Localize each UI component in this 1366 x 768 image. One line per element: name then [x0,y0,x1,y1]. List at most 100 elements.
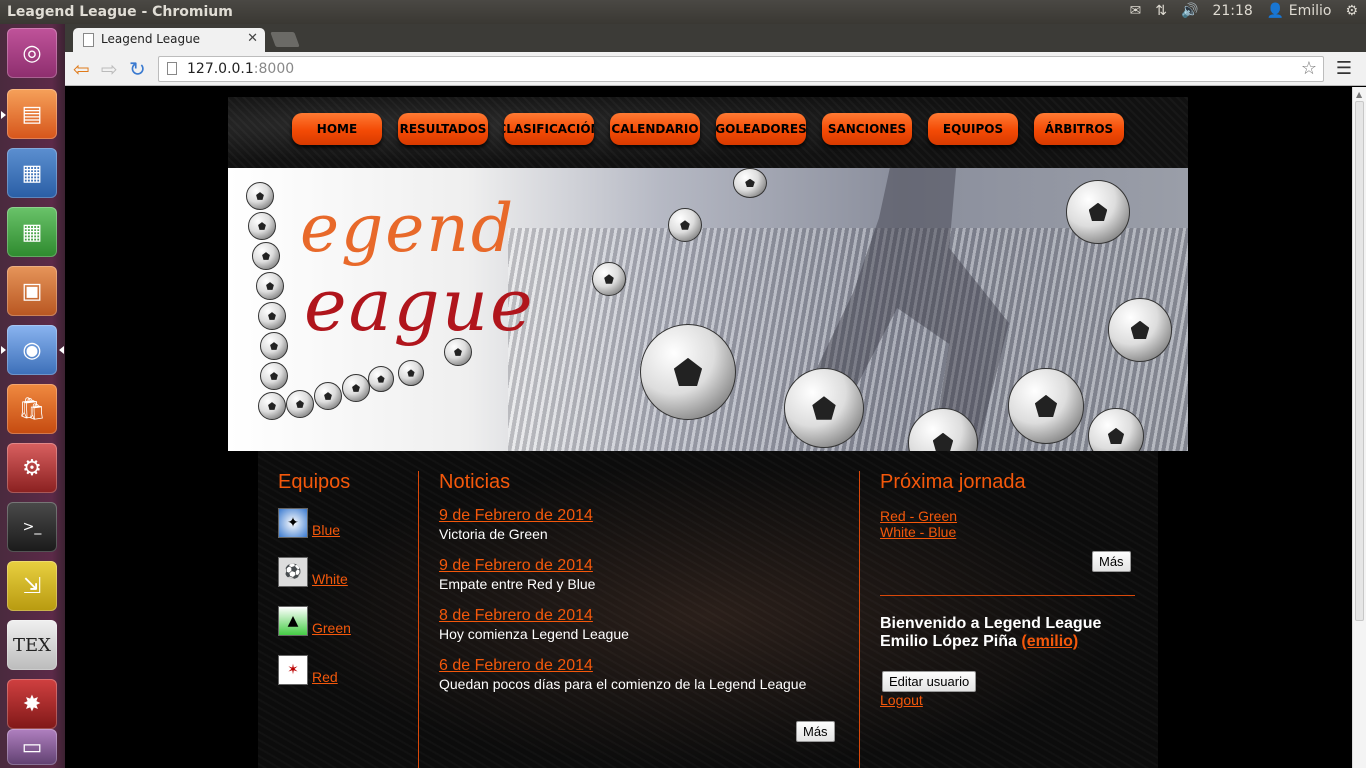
team-item[interactable]: ▲ Green [278,606,351,636]
team-item[interactable]: ✦ Blue [278,508,340,538]
vertical-scrollbar[interactable]: ▲ [1352,87,1366,768]
files-icon[interactable]: ▤ [7,89,57,139]
menu-resultados[interactable]: RESULTADOS [398,113,488,145]
tab-title: Leagend League [101,32,201,46]
next-round-more-button[interactable]: Más [1092,551,1131,572]
settings-gear-icon[interactable]: ⚙ [1345,3,1358,19]
launcher: ◎ ▤ ▦ ▦ ▣ ◉ 🛍 ⚙ >_ ⇲ TEX ✸ ▭ [0,24,65,768]
calc-icon[interactable]: ▦ [7,207,57,257]
ball-image [592,262,626,296]
news-more-button[interactable]: Más [796,721,835,742]
top-panel: Leagend League - Chromium ✉ ⇅ 🔊 21:18 👤 … [0,0,1366,24]
team-item[interactable]: ⚽ White [278,557,348,587]
active-indicator [59,346,64,354]
close-tab-icon[interactable]: ✕ [247,31,258,46]
user-name: Emilio [1288,3,1332,19]
team-crest-icon: ▲ [278,606,308,636]
menu-hamburger-icon[interactable]: ☰ [1336,58,1352,79]
workspace-switcher-icon[interactable]: ⇲ [7,561,57,611]
team-link[interactable]: White [312,571,348,587]
news-date-link[interactable]: 6 de Febrero de 2014 [439,657,839,675]
username-link[interactable]: (emilio) [1021,633,1078,650]
window-title: Leagend League - Chromium [7,4,233,20]
menu-clasificacion[interactable]: CLASIFICACIÓN [504,113,594,145]
ball-image [286,390,314,418]
team-item[interactable]: ✶ Red [278,655,338,685]
menu-goleadores[interactable]: GOLEADORES [716,113,806,145]
menu-calendario[interactable]: CALENDARIO [610,113,700,145]
network-icon[interactable]: ⇅ [1155,3,1167,19]
user-menu[interactable]: 👤 Emilio [1267,3,1332,19]
volume-icon[interactable]: 🔊 [1181,3,1198,19]
bookmark-star-icon[interactable]: ☆ [1301,58,1317,79]
menu-sanciones[interactable]: SANCIONES [822,113,912,145]
forward-arrow-icon[interactable]: ⇨ [101,58,118,80]
logout-link[interactable]: Logout [880,692,923,708]
menu-home[interactable]: HOME [292,113,382,145]
network-app-icon[interactable]: ✸ [7,679,57,729]
news-item: 9 de Febrero de 2014 Victoria de Green [439,507,593,542]
user-fullname: Emilio López Piña [880,633,1017,650]
menu-arbitros[interactable]: ÁRBITROS [1034,113,1124,145]
match-link[interactable]: White - Blue [880,524,956,540]
team-crest-icon: ✦ [278,508,308,538]
teams-column: Equipos ✦ Blue ⚽ White ▲ Green ✶ Red [278,471,408,685]
news-item: 6 de Febrero de 2014 Quedan pocos días p… [439,657,839,692]
url-host: 127.0.0.1 [187,61,254,77]
ubuntu-dash-icon[interactable]: ◎ [7,28,57,78]
team-link[interactable]: Green [312,620,351,636]
menu-equipos[interactable]: EQUIPOS [928,113,1018,145]
address-bar[interactable]: 127.0.0.1:8000 ☆ [158,56,1324,82]
user-icon: 👤 [1266,3,1285,19]
welcome-block: Bienvenido a Legend League Emilio López … [880,615,1101,651]
chromium-icon[interactable]: ◉ [7,325,57,375]
back-arrow-icon[interactable]: ⇦ [73,58,90,80]
news-date-link[interactable]: 9 de Febrero de 2014 [439,557,595,575]
ball-image [1108,298,1172,362]
team-link[interactable]: Red [312,669,338,685]
browser-toolbar: ⇦ ⇨ ↻ 127.0.0.1:8000 ☆ ☰ [65,52,1366,86]
page-icon [167,62,177,75]
news-item: 9 de Febrero de 2014 Empate entre Red y … [439,557,595,592]
ball-image [314,382,342,410]
page-viewport: HOME RESULTADOS CLASIFICACIÓN CALENDARIO… [65,87,1352,768]
impress-icon[interactable]: ▣ [7,266,57,316]
writer-icon[interactable]: ▦ [7,148,57,198]
ball-image [246,182,274,210]
ball-image [248,212,276,240]
news-column: Noticias 9 de Febrero de 2014 Victoria d… [439,471,839,768]
edit-user-button[interactable]: Editar usuario [882,671,977,692]
terminal-icon[interactable]: >_ [7,502,57,552]
team-crest-icon: ⚽ [278,557,308,587]
ball-image [784,368,864,448]
team-crest-icon: ✶ [278,655,308,685]
ball-image [252,242,280,270]
news-text: Hoy comienza Legend League [439,626,629,642]
software-center-icon[interactable]: 🛍 [7,384,57,434]
news-text: Victoria de Green [439,526,548,542]
reload-icon[interactable]: ↻ [129,58,146,80]
news-heading: Noticias [439,471,511,493]
section-divider [880,595,1135,596]
new-tab-button[interactable] [270,32,300,47]
scroll-up-icon[interactable]: ▲ [1356,90,1362,99]
mail-icon[interactable]: ✉ [1130,3,1142,19]
workspaces-icon[interactable]: ▭ [7,729,57,765]
ball-image [258,302,286,330]
ball-image [733,168,767,198]
news-date-link[interactable]: 9 de Febrero de 2014 [439,507,593,525]
running-indicator [1,111,6,119]
match-link[interactable]: Red - Green [880,508,957,524]
ball-image [668,208,702,242]
ball-image [260,332,288,360]
logo-text-top: egend [300,190,516,267]
scrollbar-thumb[interactable] [1355,101,1364,621]
tab-strip: Leagend League ✕ [65,24,1366,52]
texmaker-icon[interactable]: TEX [7,620,57,670]
clock[interactable]: 21:18 [1212,3,1252,19]
team-link[interactable]: Blue [312,522,340,538]
page-icon [83,33,94,47]
browser-tab[interactable]: Leagend League ✕ [73,28,265,52]
news-date-link[interactable]: 8 de Febrero de 2014 [439,607,629,625]
system-settings-icon[interactable]: ⚙ [7,443,57,493]
